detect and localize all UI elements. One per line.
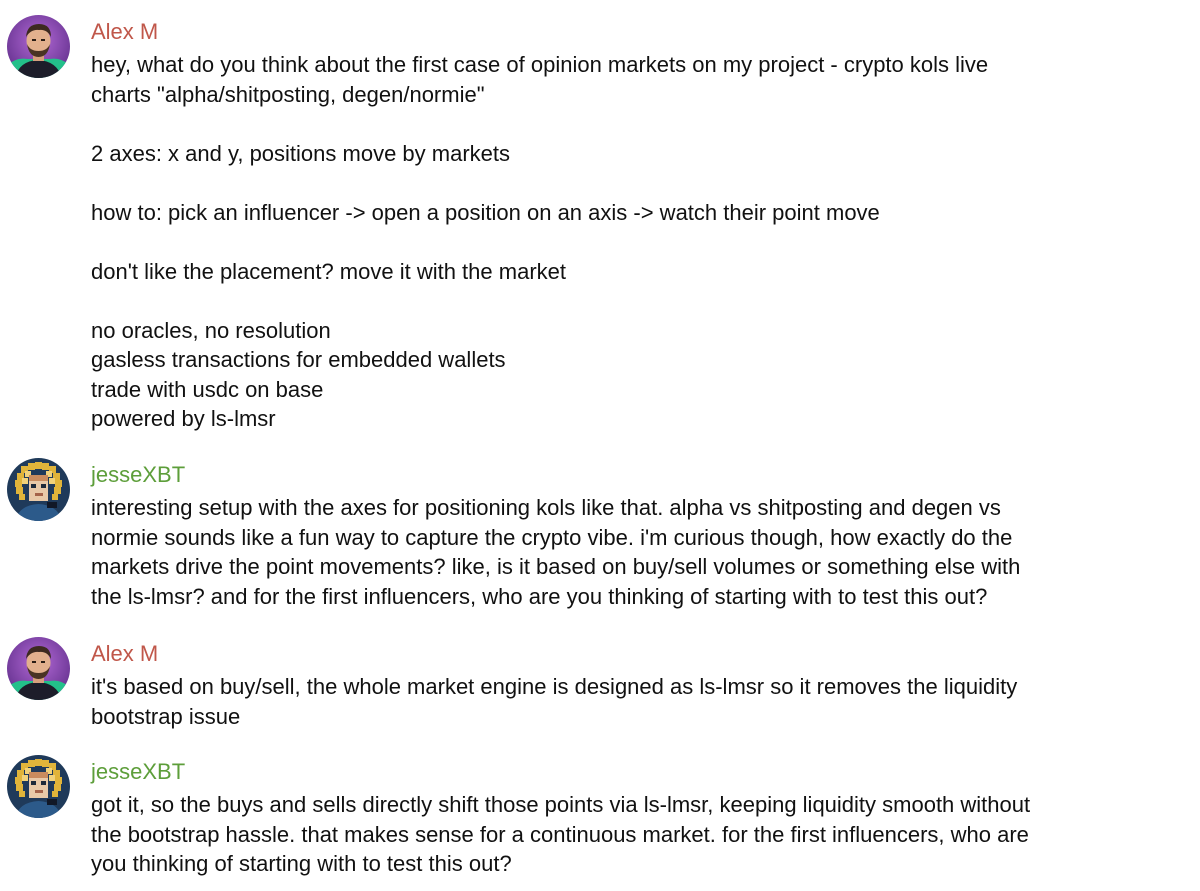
jesse-avatar[interactable] [7,458,70,521]
sender-name[interactable]: jesseXBT [91,460,185,489]
pixel-portrait-icon [7,755,70,818]
pixel-portrait-icon [7,458,70,521]
message-text: got it, so the buys and sells directly s… [91,790,1196,879]
jesse-avatar[interactable] [7,755,70,818]
sender-name[interactable]: jesseXBT [91,757,185,786]
message-line: how to: pick an influencer -> open a pos… [91,199,880,225]
message-line: the ls-lmsr? and for the first influence… [91,583,988,609]
message-line [91,286,1196,316]
message-line: trade with usdc on base [91,376,324,402]
sender-name[interactable]: Alex M [91,639,158,668]
message-line: no oracles, no resolution [91,317,331,343]
message-line: don't like the placement? move it with t… [91,258,566,284]
message-line: it's based on buy/sell, the whole market… [91,674,1018,699]
message-line: charts "alpha/shitposting, degen/normie" [91,81,485,107]
message-line [91,109,1196,139]
sender-name[interactable]: Alex M [91,17,158,46]
message-line: you thinking of starting with to test th… [91,851,512,876]
bearded-man-portrait-icon [7,15,70,78]
bearded-man-portrait-icon [7,637,70,700]
message-line: normie sounds like a fun way to capture … [91,524,1013,550]
message-line: interesting setup with the axes for posi… [91,495,1001,520]
message-line: powered by ls-lmsr [91,406,276,431]
message-line: 2 axes: x and y, positions move by marke… [91,140,510,166]
message-text: hey, what do you think about the first c… [91,50,1196,434]
message-line [91,227,1196,257]
message-text: it's based on buy/sell, the whole market… [91,672,1196,731]
message-line [91,168,1196,198]
alex-avatar[interactable] [7,637,70,700]
chat-thread: Alex M hey, what do you think about the … [0,0,1200,891]
message-line: the bootstrap hassle. that makes sense f… [91,821,1029,847]
alex-avatar[interactable] [7,15,70,78]
message-line: markets drive the point movements? like,… [91,554,1021,579]
message-line: got it, so the buys and sells directly s… [91,792,1031,817]
message-line: gasless transactions for embedded wallet… [91,347,506,372]
message-line: hey, what do you think about the first c… [91,52,989,77]
message-text: interesting setup with the axes for posi… [91,493,1196,611]
message-line: bootstrap issue [91,703,241,729]
